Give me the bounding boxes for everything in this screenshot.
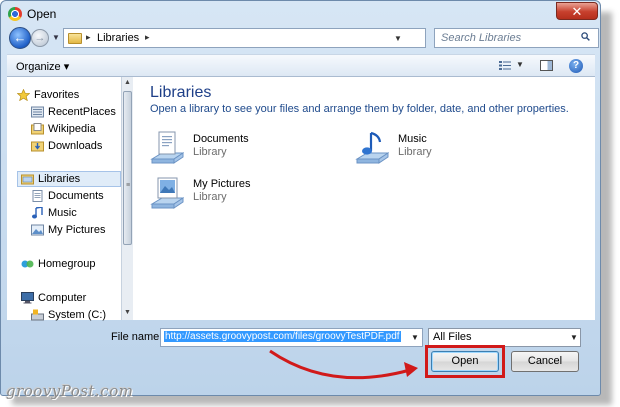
- library-documents[interactable]: Documents Library: [150, 129, 330, 167]
- pictures-library-icon: [31, 224, 44, 236]
- back-arrow-icon: ←: [13, 30, 27, 45]
- dialog-footer: File name: http://assets.groovypost.com/…: [7, 320, 595, 386]
- page-title: Libraries: [150, 84, 212, 101]
- file-type-value: All Files: [433, 331, 472, 343]
- sidebar-item-label: Wikipedia: [48, 123, 96, 135]
- search-placeholder: Search Libraries: [441, 32, 522, 44]
- libraries-folder-icon: [68, 33, 82, 44]
- search-icon[interactable]: [581, 32, 590, 41]
- file-list-pane: Libraries Open a library to see your fil…: [133, 77, 595, 320]
- help-icon[interactable]: ?: [569, 59, 583, 73]
- sidebar-item-label: RecentPlaces: [48, 106, 116, 118]
- window-title: Open: [27, 7, 57, 21]
- file-type-dropdown-icon[interactable]: ▼: [570, 333, 578, 342]
- open-dialog: Open ✕ ← → ▼ ▸ Libraries ▸ ▼ ↻ Search Li…: [0, 0, 601, 396]
- library-type: Library: [398, 146, 432, 158]
- command-toolbar: Organize ▾ ▼ ?: [7, 54, 595, 77]
- sidebar-item-label: Libraries: [38, 173, 81, 185]
- scroll-up-icon[interactable]: ▲: [124, 79, 131, 86]
- scroll-down-icon[interactable]: ▼: [124, 309, 131, 316]
- navigation-pane-scrollbar[interactable]: ▲ ≡ ▼: [121, 77, 133, 320]
- breadcrumb-separator-end[interactable]: ▸: [145, 32, 150, 43]
- library-name: Music: [398, 133, 427, 145]
- preview-pane-icon[interactable]: [540, 60, 553, 71]
- scroll-grip-icon: ≡: [126, 182, 131, 189]
- sidebar-item-label: Music: [48, 207, 77, 219]
- breadcrumb-separator[interactable]: ▸: [86, 32, 91, 43]
- scrollbar-thumb[interactable]: ≡: [123, 91, 132, 245]
- library-type: Library: [193, 191, 227, 203]
- watermark: groovyPost.com: [6, 382, 134, 400]
- search-input[interactable]: Search Libraries: [434, 28, 599, 48]
- documents-library-icon: [150, 131, 184, 164]
- page-description: Open a library to see your files and arr…: [150, 103, 569, 115]
- navigation-pane: Favorites RecentPlaces Wikipedia Downloa…: [7, 77, 122, 321]
- star-icon: [17, 89, 30, 101]
- file-name-history-dropdown-icon[interactable]: ▼: [411, 333, 419, 342]
- sidebar-item-label: Favorites: [34, 89, 80, 101]
- libraries-folder-icon: [21, 174, 34, 185]
- sidebar-item-label: Downloads: [48, 140, 103, 152]
- library-name: My Pictures: [193, 178, 251, 190]
- title-bar[interactable]: Open ✕: [1, 1, 600, 27]
- library-name: Documents: [193, 133, 249, 145]
- recent-places-icon: [31, 106, 44, 118]
- pictures-library-icon: [150, 177, 184, 209]
- forward-arrow-icon: →: [34, 32, 46, 44]
- downloads-folder-icon: [31, 141, 44, 152]
- forward-button[interactable]: →: [31, 29, 49, 47]
- music-note-icon: [32, 207, 43, 219]
- close-button[interactable]: ✕: [556, 2, 598, 20]
- view-options-dropdown-icon[interactable]: ▼: [516, 60, 524, 69]
- sidebar-item-label: My Pictures: [48, 224, 106, 236]
- breadcrumb-libraries[interactable]: Libraries: [97, 32, 139, 44]
- documents-library-icon: [32, 190, 43, 202]
- homegroup-icon: [21, 260, 34, 268]
- wikipedia-folder-icon: [31, 123, 44, 135]
- change-view-icon[interactable]: [499, 61, 511, 70]
- file-name-input[interactable]: http://assets.groovypost.com/files/groov…: [160, 328, 423, 347]
- recent-pages-dropdown-icon[interactable]: ▼: [52, 33, 60, 42]
- chrome-app-icon: [8, 7, 22, 21]
- music-library-icon: [355, 131, 389, 164]
- address-history-dropdown-icon[interactable]: ▼: [394, 34, 402, 43]
- library-music[interactable]: Music Library: [355, 129, 535, 167]
- organize-button[interactable]: Organize ▾: [16, 60, 69, 73]
- sidebar-item-label: Documents: [48, 190, 104, 202]
- file-name-label: File name:: [111, 331, 163, 343]
- file-name-value[interactable]: http://assets.groovypost.com/files/groov…: [164, 331, 401, 342]
- back-button[interactable]: ←: [9, 27, 31, 49]
- navigation-bar: ← → ▼ ▸ Libraries ▸ ▼ ↻ Search Libraries: [7, 27, 599, 50]
- close-icon: ✕: [571, 4, 583, 19]
- library-my-pictures[interactable]: My Pictures Library: [150, 174, 330, 212]
- computer-icon: [21, 292, 34, 304]
- library-type: Library: [193, 146, 227, 158]
- sidebar-item-label: Homegroup: [38, 258, 96, 270]
- address-bar[interactable]: ▸ Libraries ▸ ▼ ↻: [63, 28, 480, 48]
- cancel-button[interactable]: Cancel: [511, 351, 579, 372]
- open-button-highlight-box: [425, 345, 505, 378]
- sidebar-item-label: Computer: [38, 292, 87, 304]
